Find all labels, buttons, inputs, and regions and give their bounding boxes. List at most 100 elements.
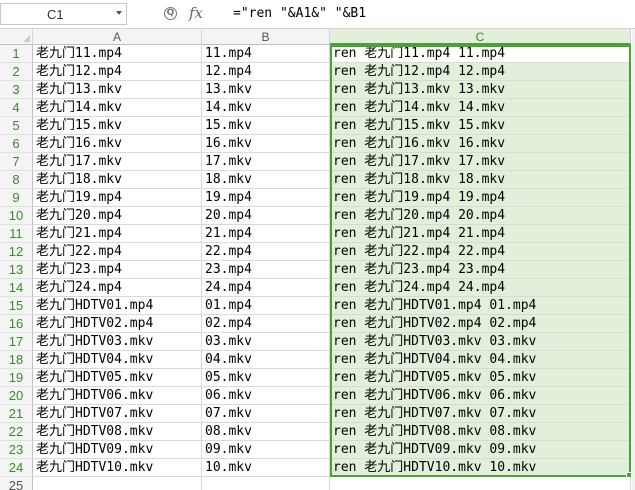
- row-header[interactable]: 22: [0, 423, 33, 441]
- row-header[interactable]: 13: [0, 261, 33, 279]
- cell-c16[interactable]: ren 老九门HDTV02.mp4 02.mp4: [330, 315, 631, 333]
- cell-b17[interactable]: 03.mkv: [202, 333, 330, 351]
- row-header[interactable]: 14: [0, 279, 33, 297]
- cell-b4[interactable]: 14.mkv: [202, 99, 330, 117]
- cell-b20[interactable]: 06.mkv: [202, 387, 330, 405]
- cell-b14[interactable]: 24.mp4: [202, 279, 330, 297]
- cell-a9[interactable]: 老九门19.mp4: [33, 189, 202, 207]
- cell-a14[interactable]: 老九门24.mp4: [33, 279, 202, 297]
- cell-b21[interactable]: 07.mkv: [202, 405, 330, 423]
- cell-c17[interactable]: ren 老九门HDTV03.mkv 03.mkv: [330, 333, 631, 351]
- row-header[interactable]: 1: [0, 45, 33, 63]
- cell-a12[interactable]: 老九门22.mp4: [33, 243, 202, 261]
- cell-b11[interactable]: 21.mp4: [202, 225, 330, 243]
- cell-a4[interactable]: 老九门14.mkv: [33, 99, 202, 117]
- cell-c10[interactable]: ren 老九门20.mp4 20.mp4: [330, 207, 631, 225]
- cell-a24[interactable]: 老九门HDTV10.mkv: [33, 459, 202, 477]
- cell-a25[interactable]: [33, 477, 202, 490]
- cell-b7[interactable]: 17.mkv: [202, 153, 330, 171]
- cell-c8[interactable]: ren 老九门18.mkv 18.mkv: [330, 171, 631, 189]
- cell-b1[interactable]: 11.mp4: [202, 45, 330, 63]
- cell-c4[interactable]: ren 老九门14.mkv 14.mkv: [330, 99, 631, 117]
- cell-c1[interactable]: ren 老九门11.mp4 11.mp4: [330, 45, 631, 63]
- cell-c23[interactable]: ren 老九门HDTV09.mkv 09.mkv: [330, 441, 631, 459]
- row-header[interactable]: 4: [0, 99, 33, 117]
- row-header[interactable]: 23: [0, 441, 33, 459]
- cell-c11[interactable]: ren 老九门21.mp4 21.mp4: [330, 225, 631, 243]
- row-header[interactable]: 19: [0, 369, 33, 387]
- row-header[interactable]: 25: [0, 477, 33, 490]
- cell-c2[interactable]: ren 老九门12.mp4 12.mp4: [330, 63, 631, 81]
- cell-a1[interactable]: 老九门11.mp4: [33, 45, 202, 63]
- cell-c25[interactable]: [330, 477, 631, 490]
- formula-input[interactable]: ="ren "&A1&" "&B1: [233, 6, 366, 21]
- cell-c15[interactable]: ren 老九门HDTV01.mp4 01.mp4: [330, 297, 631, 315]
- cell-a17[interactable]: 老九门HDTV03.mkv: [33, 333, 202, 351]
- cell-b19[interactable]: 05.mkv: [202, 369, 330, 387]
- name-box[interactable]: C1: [0, 3, 127, 25]
- cell-a18[interactable]: 老九门HDTV04.mkv: [33, 351, 202, 369]
- cell-b24[interactable]: 10.mkv: [202, 459, 330, 477]
- cell-a20[interactable]: 老九门HDTV06.mkv: [33, 387, 202, 405]
- row-header[interactable]: 5: [0, 117, 33, 135]
- cell-c19[interactable]: ren 老九门HDTV05.mkv 05.mkv: [330, 369, 631, 387]
- column-header-a[interactable]: A: [33, 29, 202, 45]
- zoom-icon[interactable]: Q: [164, 7, 177, 20]
- cell-c3[interactable]: ren 老九门13.mkv 13.mkv: [330, 81, 631, 99]
- cell-a5[interactable]: 老九门15.mkv: [33, 117, 202, 135]
- chevron-down-icon[interactable]: [116, 11, 122, 15]
- cell-b18[interactable]: 04.mkv: [202, 351, 330, 369]
- cell-b25[interactable]: [202, 477, 330, 490]
- row-header[interactable]: 20: [0, 387, 33, 405]
- row-header[interactable]: 9: [0, 189, 33, 207]
- cell-a15[interactable]: 老九门HDTV01.mp4: [33, 297, 202, 315]
- cell-c7[interactable]: ren 老九门17.mkv 17.mkv: [330, 153, 631, 171]
- cell-a7[interactable]: 老九门17.mkv: [33, 153, 202, 171]
- cell-c24[interactable]: ren 老九门HDTV10.mkv 10.mkv: [330, 459, 631, 477]
- row-header[interactable]: 15: [0, 297, 33, 315]
- cell-c20[interactable]: ren 老九门HDTV06.mkv 06.mkv: [330, 387, 631, 405]
- cell-c9[interactable]: ren 老九门19.mp4 19.mp4: [330, 189, 631, 207]
- row-header[interactable]: 12: [0, 243, 33, 261]
- cell-c14[interactable]: ren 老九门24.mp4 24.mp4: [330, 279, 631, 297]
- row-header[interactable]: 7: [0, 153, 33, 171]
- row-header[interactable]: 6: [0, 135, 33, 153]
- row-header[interactable]: 11: [0, 225, 33, 243]
- cell-c22[interactable]: ren 老九门HDTV08.mkv 08.mkv: [330, 423, 631, 441]
- row-header[interactable]: 2: [0, 63, 33, 81]
- cell-c6[interactable]: ren 老九门16.mkv 16.mkv: [330, 135, 631, 153]
- cell-c5[interactable]: ren 老九门15.mkv 15.mkv: [330, 117, 631, 135]
- cell-b3[interactable]: 13.mkv: [202, 81, 330, 99]
- cell-a19[interactable]: 老九门HDTV05.mkv: [33, 369, 202, 387]
- cell-b23[interactable]: 09.mkv: [202, 441, 330, 459]
- cell-b15[interactable]: 01.mp4: [202, 297, 330, 315]
- cell-a22[interactable]: 老九门HDTV08.mkv: [33, 423, 202, 441]
- row-header[interactable]: 10: [0, 207, 33, 225]
- cell-a2[interactable]: 老九门12.mp4: [33, 63, 202, 81]
- cell-a6[interactable]: 老九门16.mkv: [33, 135, 202, 153]
- cell-b22[interactable]: 08.mkv: [202, 423, 330, 441]
- row-header[interactable]: 18: [0, 351, 33, 369]
- cell-a3[interactable]: 老九门13.mkv: [33, 81, 202, 99]
- cell-a21[interactable]: 老九门HDTV07.mkv: [33, 405, 202, 423]
- row-header[interactable]: 24: [0, 459, 33, 477]
- row-header[interactable]: 17: [0, 333, 33, 351]
- cell-c12[interactable]: ren 老九门22.mp4 22.mp4: [330, 243, 631, 261]
- row-header[interactable]: 8: [0, 171, 33, 189]
- column-header-c[interactable]: C: [330, 29, 631, 45]
- cell-c13[interactable]: ren 老九门23.mp4 23.mp4: [330, 261, 631, 279]
- cell-b2[interactable]: 12.mp4: [202, 63, 330, 81]
- cell-a16[interactable]: 老九门HDTV02.mp4: [33, 315, 202, 333]
- cell-a11[interactable]: 老九门21.mp4: [33, 225, 202, 243]
- row-header[interactable]: 3: [0, 81, 33, 99]
- cell-a23[interactable]: 老九门HDTV09.mkv: [33, 441, 202, 459]
- cell-b10[interactable]: 20.mp4: [202, 207, 330, 225]
- row-header[interactable]: 21: [0, 405, 33, 423]
- column-header-b[interactable]: B: [202, 29, 330, 45]
- cell-b5[interactable]: 15.mkv: [202, 117, 330, 135]
- cell-b12[interactable]: 22.mp4: [202, 243, 330, 261]
- cell-b6[interactable]: 16.mkv: [202, 135, 330, 153]
- cell-c18[interactable]: ren 老九门HDTV04.mkv 04.mkv: [330, 351, 631, 369]
- cell-b16[interactable]: 02.mp4: [202, 315, 330, 333]
- cell-a10[interactable]: 老九门20.mp4: [33, 207, 202, 225]
